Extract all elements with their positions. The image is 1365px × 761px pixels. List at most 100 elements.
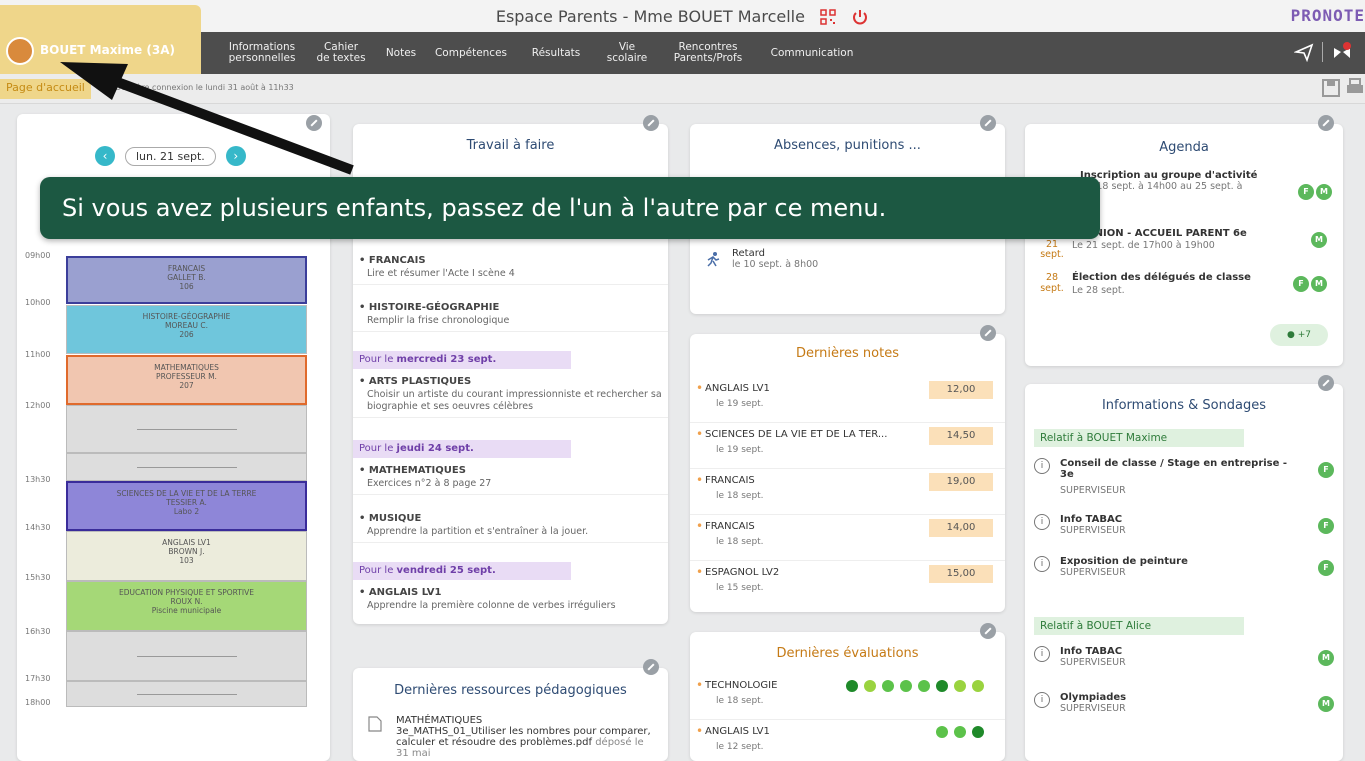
evaluation-dots	[846, 680, 984, 692]
logout-icon[interactable]	[851, 8, 869, 26]
info-item[interactable]: i Exposition de peinture SUPERVISEUR F	[1034, 556, 1334, 586]
info-item-author: SUPERVISEUR	[1060, 485, 1126, 496]
course-room: 106	[179, 282, 194, 291]
grades-title: Dernières notes	[796, 346, 899, 361]
grade-value: 15,00	[929, 565, 993, 583]
evaluation-date: le 12 sept.	[716, 742, 764, 752]
homework-subject: • MUSIQUE	[359, 513, 422, 524]
breadcrumb-bar: Page d'accueil Dernière connexion le lun…	[0, 74, 1365, 104]
expand-icon[interactable]	[643, 115, 659, 131]
nav-cahier-de-textes[interactable]: Cahier de textes	[308, 32, 374, 74]
tip-banner: Si vous avez plusieurs enfants, passez d…	[40, 177, 1100, 239]
badge-f: F	[1293, 276, 1309, 292]
homework-item[interactable]: • MATHEMATIQUES Exercices n°2 à 8 page 2…	[353, 461, 668, 495]
info-item-author: SUPERVISEUR	[1060, 657, 1126, 668]
homework-subject: • ANGLAIS LV1	[359, 587, 442, 598]
course-slot[interactable]: FRANCAIS GALLET B. 106	[66, 256, 307, 304]
evaluation-subject: ANGLAIS LV1	[705, 726, 770, 737]
grade-row[interactable]: FRANCAIS le 18 sept. 14,00	[690, 515, 1005, 561]
course-slot[interactable]: SCIENCES DE LA VIE ET DE LA TERRE TESSIE…	[66, 481, 307, 531]
nav-vie-scolaire[interactable]: Vie scolaire	[598, 32, 656, 74]
agenda-more-button[interactable]: ● +7	[1270, 324, 1328, 346]
expand-icon[interactable]	[1318, 115, 1334, 131]
notifications-icon[interactable]	[1331, 42, 1353, 62]
agenda-title: Agenda	[1159, 140, 1209, 155]
grade-row[interactable]: ESPAGNOL LV2 le 15 sept. 15,00	[690, 561, 1005, 607]
print-icon[interactable]	[1345, 78, 1365, 98]
info-icon: i	[1034, 646, 1050, 662]
agenda-day: 28	[1045, 272, 1059, 283]
course-slot[interactable]: ANGLAIS LV1 BROWN J. 103	[66, 531, 307, 581]
homework-subject-text: ARTS PLASTIQUES	[368, 376, 472, 387]
info-item[interactable]: i Conseil de classe / Stage en entrepris…	[1034, 458, 1334, 502]
expand-icon[interactable]	[306, 115, 322, 131]
course-room: Labo 2	[173, 507, 200, 516]
course-slot[interactable]: MATHEMATIQUES PROFESSEUR M. 207	[66, 355, 307, 405]
course-teacher: BROWN J.	[168, 547, 205, 556]
resource-item[interactable]: MATHÉMATIQUES 3e_MATHS_01_Utiliser les n…	[396, 715, 656, 759]
breadcrumb[interactable]: Page d'accueil	[0, 79, 91, 99]
prev-day-button[interactable]: ‹	[95, 146, 115, 166]
child-selector[interactable]: BOUET Maxime (3A)	[0, 5, 201, 74]
nav-separator	[1322, 42, 1323, 62]
agenda-item[interactable]: Inscription au groupe d'activité Du 18 s…	[1080, 170, 1310, 192]
evaluation-row[interactable]: ANGLAIS LV1 le 12 sept.	[690, 720, 1005, 761]
nav-competences[interactable]: Compétences	[428, 32, 514, 74]
expand-icon[interactable]	[980, 325, 996, 341]
course-teacher: PROFESSEUR M.	[156, 372, 217, 381]
badge-m: M	[1311, 276, 1327, 292]
course-subject: FRANCAIS	[167, 264, 206, 273]
nav-rencontres[interactable]: Rencontres Parents/Profs	[662, 32, 754, 74]
expand-icon[interactable]	[643, 659, 659, 675]
save-icon[interactable]	[1321, 78, 1341, 98]
empty-slot	[66, 681, 307, 707]
hour-label: 10h00	[25, 298, 51, 307]
evaluations-title: Dernières évaluations	[776, 646, 919, 661]
day-name: vendredi 25 sept.	[396, 565, 496, 576]
homework-item[interactable]: • MUSIQUE Apprendre la partition et s'en…	[353, 509, 668, 543]
hour-label: 12h00	[25, 401, 51, 410]
grade-value: 14,00	[929, 519, 993, 537]
nav-resultats[interactable]: Résultats	[518, 32, 594, 74]
grade-row[interactable]: FRANCAIS le 18 sept. 19,00	[690, 469, 1005, 515]
course-room: Piscine municipale	[151, 606, 222, 615]
nav-communication[interactable]: Communication	[760, 32, 864, 74]
evaluation-row[interactable]: TECHNOLOGIE le 18 sept.	[690, 674, 1005, 720]
info-item[interactable]: i Olympiades SUPERVISEUR M	[1034, 692, 1334, 722]
expand-icon[interactable]	[980, 623, 996, 639]
homework-subject-text: ANGLAIS LV1	[368, 587, 442, 598]
timetable-date[interactable]: lun. 21 sept.	[125, 146, 216, 166]
expand-icon[interactable]	[1318, 375, 1334, 391]
expand-icon[interactable]	[980, 115, 996, 131]
nav-label-2: de textes	[316, 52, 366, 64]
agenda-badges: FM	[1293, 276, 1327, 292]
homework-day-label: Pour le jeudi 24 sept.	[353, 440, 571, 458]
badge-m: M	[1318, 650, 1334, 666]
absence-item[interactable]: Retard le 10 sept. à 8h00	[732, 248, 818, 270]
homework-item[interactable]: • HISTOIRE-GÉOGRAPHIE Remplir la frise c…	[353, 298, 668, 332]
course-slot[interactable]: HISTOIRE-GÉOGRAPHIE MOREAU C. 206	[66, 305, 307, 354]
evaluation-dots	[936, 726, 984, 738]
course-teacher: GALLET B.	[167, 273, 206, 282]
empty-slot	[66, 631, 307, 681]
course-subject: SCIENCES DE LA VIE ET DE LA TERRE	[116, 489, 257, 498]
homework-subject: • MATHEMATIQUES	[359, 465, 466, 476]
pdf-file-icon	[368, 716, 382, 732]
info-item[interactable]: i Info TABAC SUPERVISEUR M	[1034, 646, 1334, 676]
nav-notes[interactable]: Notes	[380, 32, 422, 74]
homework-item[interactable]: • ANGLAIS LV1 Apprendre la première colo…	[353, 583, 668, 616]
course-slot[interactable]: EDUCATION PHYSIQUE ET SPORTIVE ROUX N. P…	[66, 581, 307, 631]
homework-item[interactable]: • FRANCAIS Lire et résumer l'Acte I scèn…	[353, 251, 668, 285]
qr-code-icon[interactable]	[820, 8, 836, 25]
evaluation-date: le 18 sept.	[716, 696, 764, 706]
resources-title: Dernières ressources pédagogiques	[394, 683, 627, 698]
homework-desc: Apprendre la partition et s'entraîner à …	[367, 526, 589, 537]
grade-row[interactable]: ANGLAIS LV1 le 19 sept. 12,00	[690, 377, 1005, 423]
nav-informations[interactable]: Informations personnelles	[222, 32, 302, 74]
next-day-button[interactable]: ›	[225, 146, 246, 166]
send-icon[interactable]	[1294, 42, 1314, 62]
info-item[interactable]: i Info TABAC SUPERVISEUR F	[1034, 514, 1334, 544]
homework-item[interactable]: • ARTS PLASTIQUES Choisir un artiste du …	[353, 372, 668, 418]
course-room: 103	[179, 556, 194, 565]
grade-row[interactable]: SCIENCES DE LA VIE ET DE LA TER... le 19…	[690, 423, 1005, 469]
